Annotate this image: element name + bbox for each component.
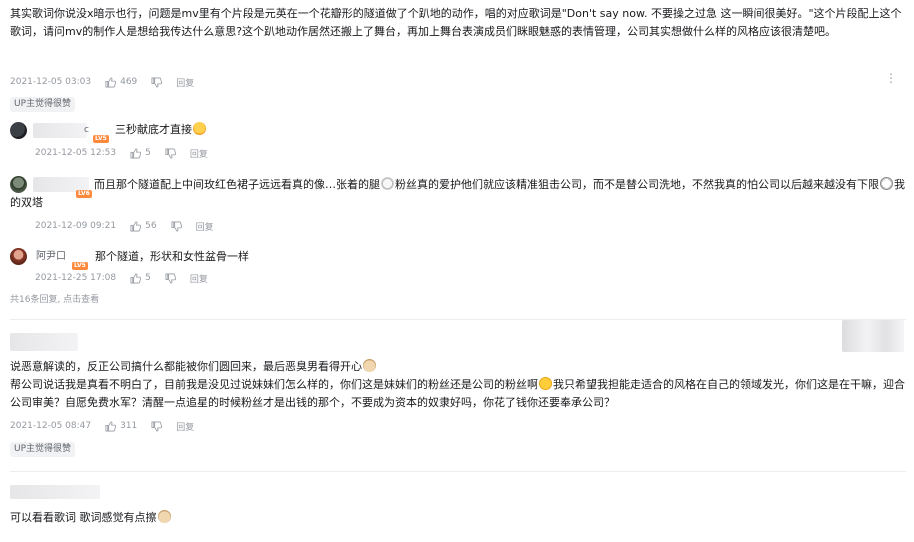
username-blurred[interactable] [10,485,100,499]
username-blurred[interactable] [33,123,87,138]
thumbs-down-icon [151,77,163,87]
comment-text: 帮公司说话我是真看不明白了，目前我是没见过说妹妹们怎么样的，你们这是妹妹们的粉丝… [10,378,538,391]
thumbs-down-icon [165,273,176,283]
comment-text-body: 帮公司说话我是真看不明白了，目前我是没见过说妹妹们怎么样的，你们这是妹妹们的粉丝… [10,376,910,412]
cheer-emoji-icon [193,122,206,135]
more-options-icon[interactable]: ⋮ [885,71,897,85]
view-more-replies-link[interactable]: 共16条回复, 点击查看 [10,293,99,307]
thumbs-up-icon [130,148,142,158]
divider [10,319,906,320]
reply-meta: 2021-12-25 17:08 5 回复 [35,271,208,285]
like-button[interactable]: 311 [105,421,137,432]
thumbs-up-icon [130,273,142,283]
reply-text: 那个隧道，形状和女性盆骨一样 [95,250,249,263]
like-count: 469 [120,77,138,87]
reply-text: 而且那个隧道配上中间玫红色裙子远远看真的像…张着的腿 [94,178,380,191]
reply-button[interactable]: 回复 [190,147,208,160]
thumbs-down-icon [171,221,182,231]
reply-button[interactable]: 回复 [196,220,214,233]
dislike-button[interactable] [151,421,163,432]
avatar[interactable] [10,248,27,265]
up-liked-badge: UP主觉得很赞 [10,442,76,457]
comment-time: 2021-12-05 08:47 [10,421,92,431]
reply-time: 2021-12-05 12:53 [35,148,117,158]
doge-emoji-icon [363,359,376,372]
like-button[interactable]: 56 [130,221,157,232]
dislike-button[interactable] [171,221,182,232]
reply-time: 2021-12-25 17:08 [35,273,117,283]
reply-text-cont: 粉丝真的爱护他们就应该精准狙击公司，而不是替公司洗地，不然我真的怕公司以后越来越… [395,178,879,191]
level-badge: LV5 [93,135,109,143]
level-badge: LV5 [72,262,88,270]
like-count: 56 [145,221,157,231]
reply-text: 三秒献底才直接 [115,123,192,136]
reply-meta: 2021-12-05 12:53 5 回复 [35,146,208,160]
thumbs-up-icon [105,77,117,87]
like-button[interactable]: 5 [130,273,151,284]
reply-meta: 2021-12-09 09:21 56 回复 [35,219,214,233]
comment-text: 可以看看歌词 歌词感觉有点擦 [10,511,157,524]
like-count: 5 [145,148,151,158]
like-button[interactable]: 5 [130,148,151,159]
like-count: 5 [145,273,151,283]
like-count: 311 [120,421,138,431]
divider [10,471,906,472]
doge-emoji-icon [157,510,171,523]
thumbs-down-icon [151,421,163,431]
comment-meta: 2021-12-05 03:03 469 回复 [10,75,194,89]
username-blurred[interactable] [10,333,78,351]
like-button[interactable]: 469 [105,77,137,88]
star-eyes-emoji-icon [880,177,893,190]
reply-time: 2021-12-09 09:21 [35,221,117,231]
comment-time: 2021-12-05 03:03 [10,77,92,87]
username[interactable]: 阿尹口 [36,248,66,265]
reply-text-wrap: 三秒献底才直接 [115,121,207,139]
avatar[interactable] [10,122,27,139]
dislike-button[interactable] [165,148,176,159]
dislike-button[interactable] [165,273,176,284]
comment-meta: 2021-12-05 08:47 311 回复 [10,419,194,433]
comment-text-line: 可以看看歌词 歌词感觉有点擦 [10,509,172,527]
comment-text: 其实歌词你说没x暗示也行，问题是mv里有个片段是元英在一个花瓣形的隧道做了个趴地… [10,7,902,38]
cat-emoji-icon [381,177,394,190]
thumbs-down-icon [165,148,176,158]
comment-text-line1: 说恶意解读的，反正公司搞什么都能被你们圆回来，最后恶臭男看得开心 [10,358,377,376]
username-suffix: c [84,125,89,135]
sweat-emoji-icon [539,377,552,390]
thumbs-up-icon [130,221,142,231]
comment-text: 说恶意解读的，反正公司搞什么都能被你们圆回来，最后恶臭男看得开心 [10,360,362,373]
up-liked-badge: UP主觉得很赞 [10,97,76,112]
reply-button[interactable]: 回复 [176,76,194,89]
reply-button[interactable]: 回复 [176,420,194,433]
thumbs-up-icon [105,421,117,431]
reply-text-wrap: 而且那个隧道配上中间玫红色裙子远远看真的像…张着的腿 粉丝真的爱护他们就应该精准狙… [10,176,910,212]
dislike-button[interactable] [151,77,163,88]
avatar-blurred[interactable] [842,320,904,352]
reply-button[interactable]: 回复 [190,272,208,285]
